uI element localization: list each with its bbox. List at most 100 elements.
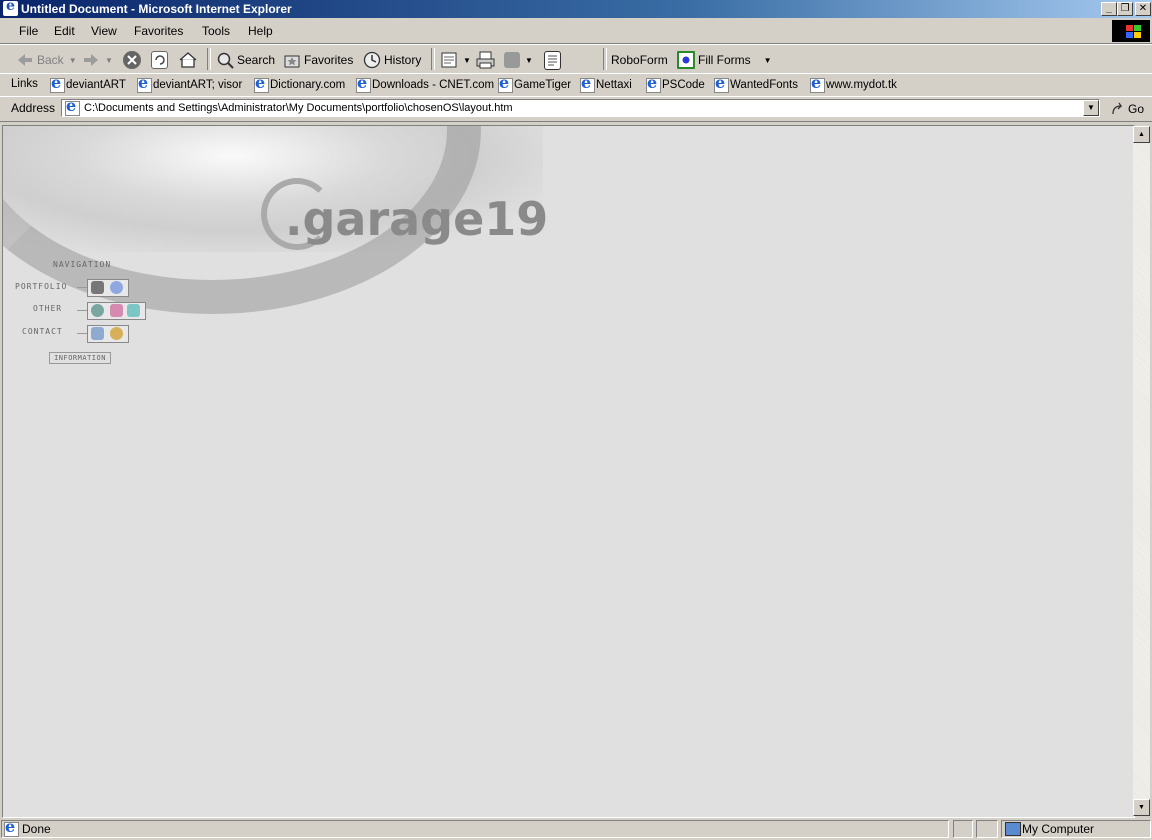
other-globe-icon[interactable]	[91, 304, 104, 317]
stop-button[interactable]	[123, 50, 141, 70]
address-input[interactable]: C:\Documents and Settings\Administrator\…	[61, 96, 1100, 117]
go-button[interactable]: Go	[1111, 99, 1144, 119]
menu-tools[interactable]: Tools	[202, 24, 230, 38]
other-notes-icon[interactable]	[127, 304, 140, 317]
refresh-icon	[151, 51, 168, 69]
roboform-label: RoboForm	[611, 53, 668, 67]
search-label: Search	[237, 53, 276, 67]
mail-icon	[440, 51, 458, 69]
ie-page-icon	[810, 73, 825, 93]
nav-box-other	[87, 302, 146, 320]
my-computer-icon	[1005, 822, 1021, 836]
vertical-scrollbar[interactable]: ▲ ▼	[1133, 126, 1150, 816]
refresh-button[interactable]	[151, 50, 168, 70]
nav-label-portfolio: PORTFOLIO	[15, 282, 68, 291]
portfolio-web-icon[interactable]	[110, 281, 123, 294]
ie-page-icon	[646, 73, 661, 93]
go-arrow-icon	[1111, 102, 1125, 116]
home-button[interactable]	[178, 50, 197, 70]
forward-button[interactable]: ▼	[82, 50, 113, 70]
link-deviantart[interactable]: deviantART	[50, 73, 126, 93]
nav-title: NAVIGATION	[53, 260, 112, 269]
print-button[interactable]	[476, 50, 495, 70]
window-title: Untitled Document - Microsoft Internet E…	[21, 2, 292, 16]
address-value: C:\Documents and Settings\Administrator\…	[84, 102, 513, 114]
fill-forms-icon	[677, 51, 695, 69]
link-dictionary[interactable]: Dictionary.com	[254, 73, 345, 93]
links-bar: Links deviantART deviantART; visor Dicti…	[0, 73, 1152, 97]
address-bar: Address C:\Documents and Settings\Admini…	[0, 96, 1152, 122]
link-nettaxi[interactable]: Nettaxi	[580, 73, 632, 93]
stop-icon	[123, 51, 141, 69]
other-book-icon[interactable]	[110, 304, 123, 317]
information-button[interactable]: INFORMATION	[49, 352, 111, 364]
contact-mail-icon[interactable]	[91, 327, 104, 340]
status-zone-panel: My Computer	[1001, 820, 1151, 838]
forward-arrow-icon	[82, 51, 100, 69]
scroll-down-button[interactable]: ▼	[1133, 799, 1150, 816]
go-label: Go	[1128, 102, 1145, 116]
link-wantedfonts[interactable]: WantedFonts	[714, 73, 798, 93]
ie-page-icon	[137, 73, 152, 93]
mail-button[interactable]: ▼	[440, 50, 471, 70]
favorites-label: Favorites	[304, 53, 354, 67]
restore-button[interactable]: ❐	[1117, 2, 1133, 16]
fill-forms-label: Fill Forms	[698, 53, 751, 67]
history-label: History	[384, 53, 422, 67]
menu-help[interactable]: Help	[248, 24, 273, 38]
back-button[interactable]: Back ▼	[16, 50, 77, 70]
history-button[interactable]: History	[363, 50, 421, 70]
roboform-button[interactable]: RoboForm	[611, 50, 668, 70]
ie-page-icon	[65, 96, 80, 116]
link-pscode[interactable]: PSCode	[646, 73, 705, 93]
menu-view[interactable]: View	[91, 24, 117, 38]
status-text: Done	[22, 822, 51, 836]
history-icon	[363, 51, 381, 69]
favorites-icon	[283, 51, 301, 69]
link-deviantart-visor[interactable]: deviantART; visor	[137, 73, 242, 93]
back-arrow-icon	[16, 51, 34, 69]
fill-forms-button[interactable]: Fill Forms ▼	[677, 50, 772, 70]
ie-page-icon	[714, 73, 729, 93]
status-bar: Done My Computer	[0, 817, 1152, 840]
edit-icon	[504, 52, 520, 68]
ie-page-icon	[356, 73, 371, 93]
menu-favorites[interactable]: Favorites	[134, 24, 183, 38]
status-zone: My Computer	[1022, 822, 1095, 836]
status-main-panel: Done	[1, 817, 949, 838]
links-title: Links	[11, 78, 38, 90]
search-icon	[216, 51, 234, 69]
menu-bar: File Edit View Favorites Tools Help	[0, 19, 1152, 44]
ie-page-icon	[498, 73, 513, 93]
windows-logo-icon	[1112, 20, 1150, 42]
home-icon	[178, 51, 197, 69]
scroll-up-button[interactable]: ▲	[1133, 126, 1150, 143]
printer-icon	[476, 51, 495, 69]
ie-page-icon	[580, 73, 595, 93]
minimize-button[interactable]: _	[1101, 2, 1117, 16]
nav-label-other: OTHER	[33, 304, 63, 313]
favorites-button[interactable]: Favorites	[283, 50, 353, 70]
link-gametiger[interactable]: GameTiger	[498, 73, 571, 93]
portfolio-image-icon[interactable]	[91, 281, 104, 294]
edit-button[interactable]: ▼	[504, 50, 533, 70]
status-panel	[976, 820, 998, 838]
link-downloads-cnet[interactable]: Downloads - CNET.com	[356, 73, 494, 93]
title-bar[interactable]: Untitled Document - Microsoft Internet E…	[0, 0, 1152, 18]
ie-page-icon	[254, 73, 269, 93]
address-dropdown-button[interactable]: ▼	[1083, 100, 1099, 116]
ie-page-icon	[50, 73, 65, 93]
menu-edit[interactable]: Edit	[54, 24, 75, 38]
link-mydot[interactable]: www.mydot.tk	[810, 73, 897, 93]
close-button[interactable]: ✕	[1135, 2, 1151, 16]
menu-file[interactable]: File	[19, 24, 38, 38]
discuss-button[interactable]	[544, 50, 561, 70]
search-button[interactable]: Search	[216, 50, 275, 70]
contact-aim-icon[interactable]	[110, 327, 123, 340]
nav-label-contact: CONTACT	[22, 327, 63, 336]
ie-icon[interactable]	[3, 0, 18, 16]
standard-toolbar: Back ▼ ▼ Search Favorites History ▼ ▼ Rob…	[0, 44, 1152, 74]
page-viewport[interactable]: .garage19 NAVIGATION PORTFOLIO OTHER CON…	[2, 125, 1135, 818]
address-label: Address	[11, 101, 56, 115]
discuss-icon	[544, 50, 561, 70]
